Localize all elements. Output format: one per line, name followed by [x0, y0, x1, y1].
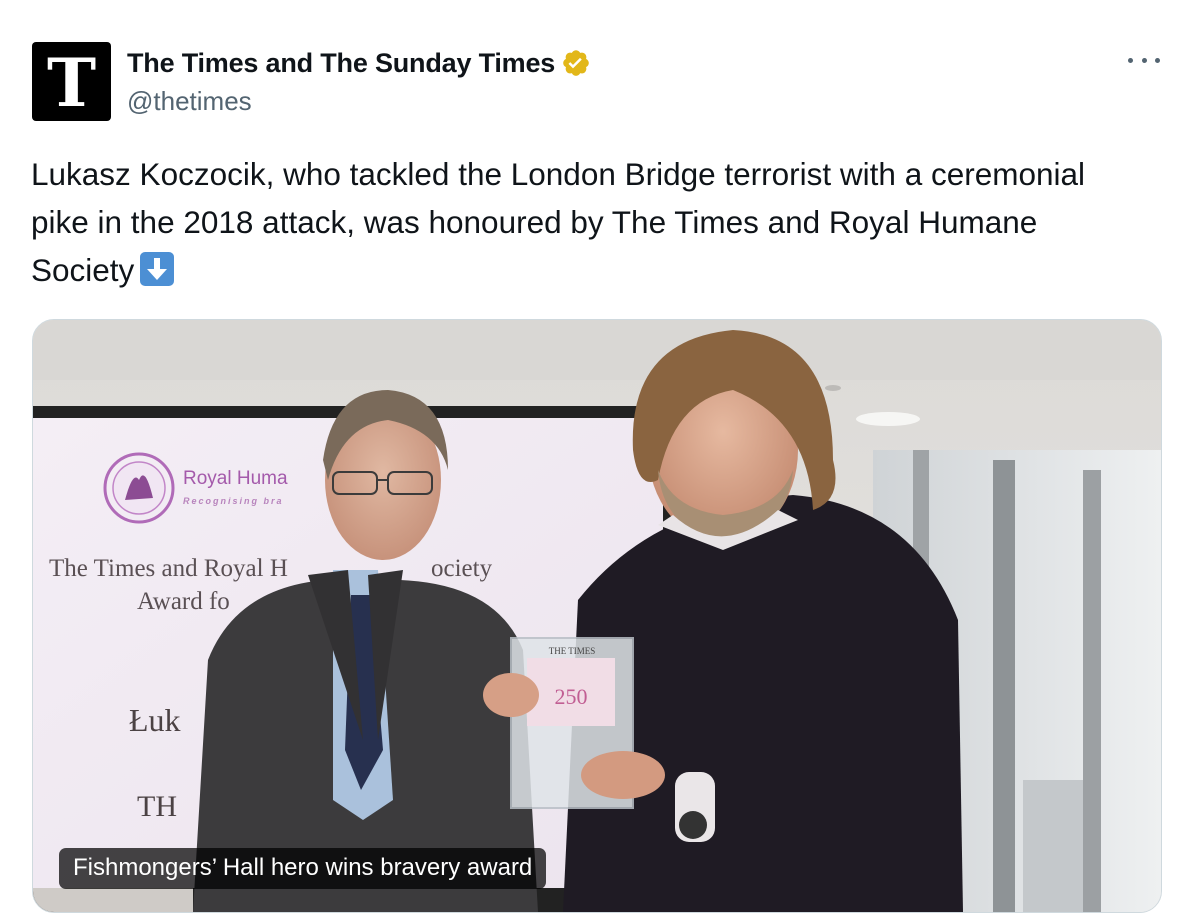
handle[interactable]: @thetimes — [127, 86, 252, 117]
name-row: The Times and The Sunday Times — [127, 44, 591, 82]
screen-line1: The Times and Royal H — [49, 555, 288, 582]
tweet-media[interactable]: 250 THE TIMES Royal Huma Recognising bra… — [32, 319, 1162, 913]
verified-badge-icon — [561, 48, 591, 78]
tweet-card: T The Times and The Sunday Times @thetim… — [0, 0, 1190, 922]
media-caption: Fishmongers’ Hall hero wins bravery awar… — [59, 848, 547, 889]
photo: 250 THE TIMES — [33, 320, 1161, 912]
screen-line4: TH — [137, 790, 177, 823]
avatar[interactable]: T — [32, 42, 111, 121]
award-number: 250 — [555, 684, 588, 709]
screen-logo-text: Royal Huma — [183, 468, 288, 489]
award-header: THE TIMES — [549, 646, 596, 656]
display-name[interactable]: The Times and The Sunday Times — [127, 48, 555, 79]
screen-line1b: ociety — [431, 555, 493, 582]
screen-line2: Award fo — [137, 588, 230, 615]
tweet-text: Lukasz Koczocik, who tackled the London … — [31, 156, 1086, 288]
down-arrow-emoji-icon — [140, 252, 175, 286]
screen-logo-tagline: Recognising bra — [183, 496, 284, 506]
tweet-text-container: Lukasz Koczocik, who tackled the London … — [31, 150, 1131, 294]
more-options-icon[interactable] — [1128, 48, 1160, 72]
avatar-letter: T — [46, 43, 97, 122]
screen-line3: Łuk — [129, 702, 181, 738]
